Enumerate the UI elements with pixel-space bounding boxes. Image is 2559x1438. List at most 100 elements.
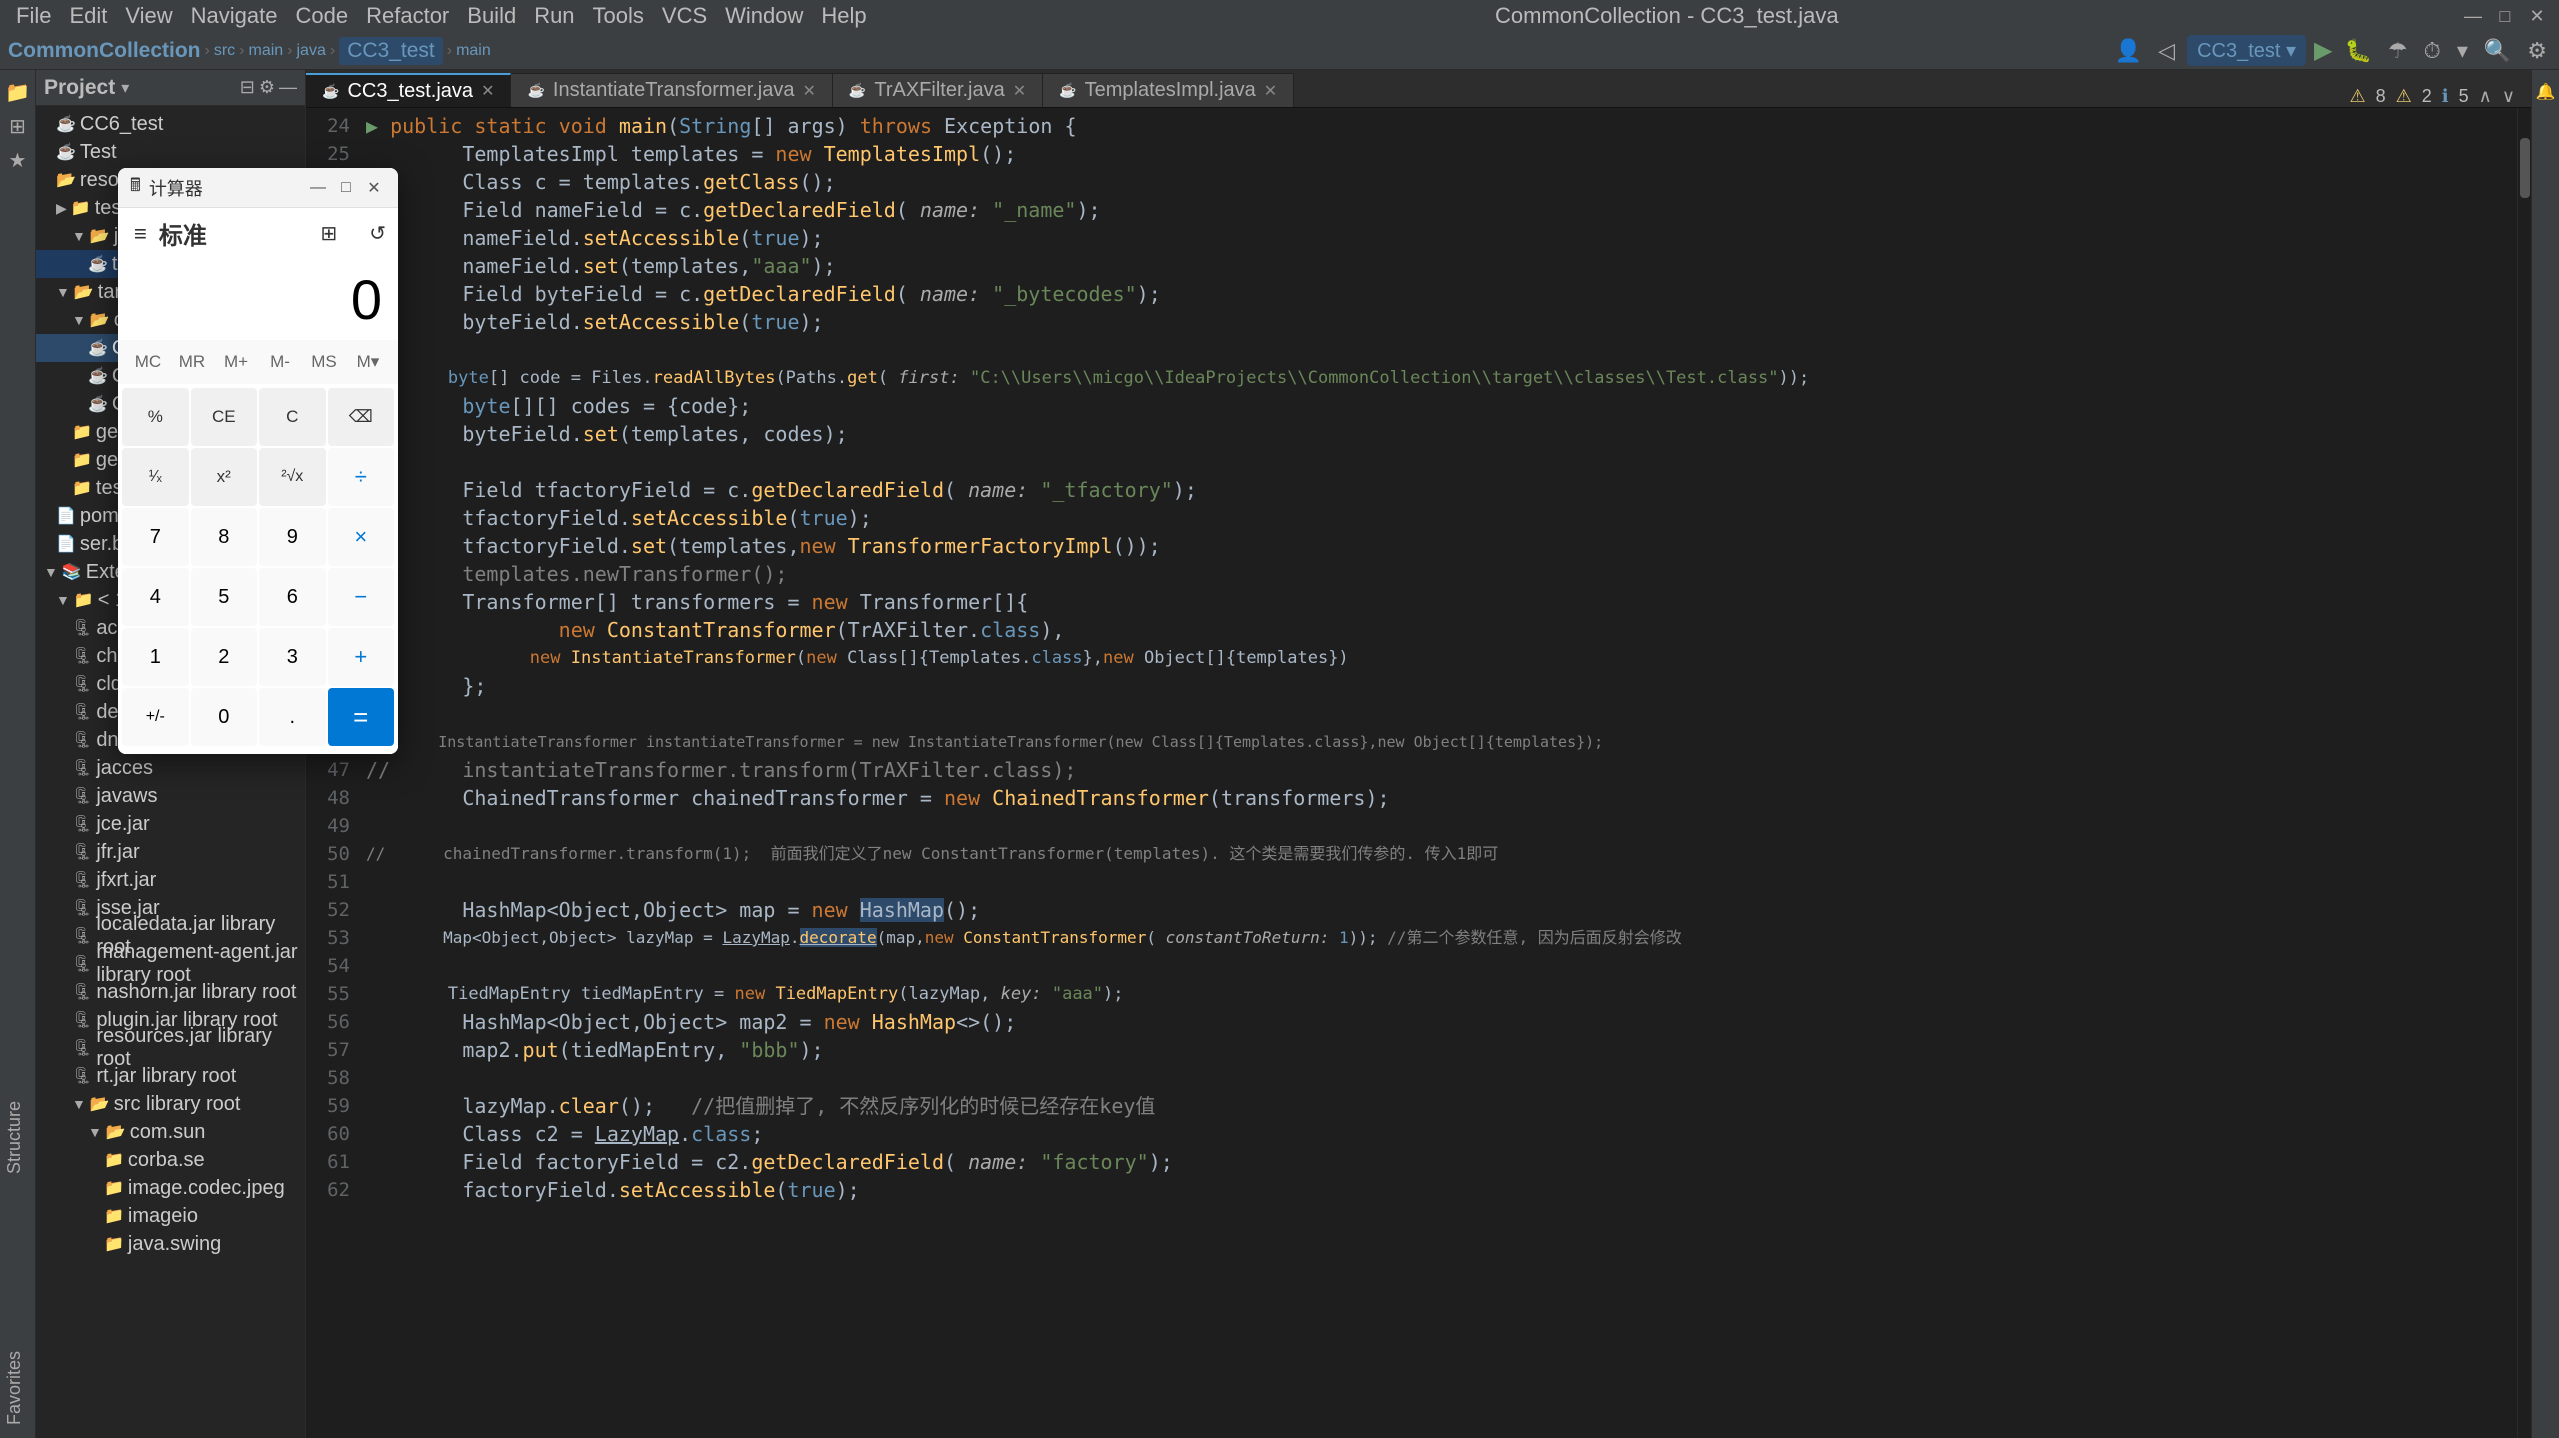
- menu-file[interactable]: File: [8, 1, 59, 31]
- calc-subtract-button[interactable]: −: [328, 568, 395, 626]
- calc-7-button[interactable]: 7: [122, 508, 189, 566]
- tree-item-imageio[interactable]: 📁 imageio: [36, 1202, 305, 1230]
- calc-6-button[interactable]: 6: [259, 568, 326, 626]
- calc-2-button[interactable]: 2: [191, 628, 258, 686]
- menu-navigate[interactable]: Navigate: [183, 1, 286, 31]
- run-config[interactable]: CC3_test ▾: [2187, 35, 2306, 66]
- breadcrumb-main[interactable]: main: [248, 42, 283, 60]
- calc-reciprocal-button[interactable]: ¹⁄ₓ: [122, 448, 189, 506]
- calc-mc-button[interactable]: MC: [126, 344, 170, 380]
- calc-maximize-button[interactable]: □: [334, 176, 358, 200]
- calc-minimize-button[interactable]: —: [306, 176, 330, 200]
- menu-vcs[interactable]: VCS: [654, 1, 715, 31]
- tab-templates-impl[interactable]: ☕ TemplatesImpl.java ✕: [1043, 73, 1294, 107]
- menu-window[interactable]: Window: [717, 1, 811, 31]
- menu-build[interactable]: Build: [459, 1, 524, 31]
- calc-c-button[interactable]: C: [259, 388, 326, 446]
- calc-mr-button[interactable]: MR: [170, 344, 214, 380]
- calc-divide-button[interactable]: ÷: [328, 448, 395, 506]
- panel-collapse-icon[interactable]: ⊟: [240, 77, 255, 98]
- calc-hamburger-icon[interactable]: ≡: [130, 217, 151, 251]
- tree-item-cc6[interactable]: ☕ CC6_test: [36, 110, 305, 138]
- tree-item-test[interactable]: ☕ Test: [36, 138, 305, 166]
- collapse-icon[interactable]: ∨: [2502, 86, 2515, 107]
- code-content[interactable]: ▶ public static void main(String[] args)…: [358, 108, 2517, 1438]
- calc-5-button[interactable]: 5: [191, 568, 258, 626]
- calc-sqrt-button[interactable]: ²√x: [259, 448, 326, 506]
- calc-mminus-button[interactable]: M-: [258, 344, 302, 380]
- run-gutter-icon[interactable]: ▶: [366, 114, 378, 138]
- tree-item-mgmt[interactable]: 🗜 management-agent.jar library root: [36, 950, 305, 978]
- user-icon[interactable]: 👤: [2111, 36, 2146, 66]
- panel-dropdown[interactable]: ▾: [121, 78, 129, 98]
- tree-item-javaws[interactable]: 🗜 javaws: [36, 782, 305, 810]
- calc-close-button[interactable]: ✕: [362, 176, 386, 200]
- tree-item-image-codec[interactable]: 📁 image.codec.jpeg: [36, 1174, 305, 1202]
- tab-close-icon[interactable]: ✕: [1264, 81, 1277, 101]
- maximize-button[interactable]: □: [2491, 6, 2519, 26]
- settings-icon[interactable]: ⚙: [2523, 36, 2551, 66]
- tab-close-icon[interactable]: ✕: [1013, 81, 1026, 101]
- tab-instantiate[interactable]: ☕ InstantiateTransformer.java ✕: [511, 73, 832, 107]
- calc-equals-button[interactable]: =: [328, 688, 395, 746]
- run-button[interactable]: ▶: [2314, 36, 2332, 65]
- breadcrumb-src[interactable]: src: [214, 42, 235, 60]
- tree-item-jce[interactable]: 🗜 jce.jar: [36, 810, 305, 838]
- tree-item-resources-jar[interactable]: 🗜 resources.jar library root: [36, 1034, 305, 1062]
- panel-hide-icon[interactable]: —: [279, 77, 297, 98]
- tree-item-nashorn[interactable]: 🗜 nashorn.jar library root: [36, 978, 305, 1006]
- minimize-button[interactable]: —: [2459, 6, 2487, 26]
- tab-traxfilter[interactable]: ☕ TrAXFilter.java ✕: [833, 73, 1043, 107]
- more-run-options[interactable]: ▾: [2453, 36, 2472, 66]
- calc-history-button[interactable]: ↺: [369, 221, 386, 246]
- breadcrumb-method[interactable]: main: [456, 42, 491, 60]
- bookmark-icon[interactable]: ★: [4, 146, 32, 174]
- project-icon[interactable]: 📁: [4, 78, 32, 106]
- calc-decimal-button[interactable]: .: [259, 688, 326, 746]
- calc-multiply-button[interactable]: ×: [328, 508, 395, 566]
- calc-0-button[interactable]: 0: [191, 688, 258, 746]
- tree-item-jfxrt[interactable]: 🗜 jfxrt.jar: [36, 866, 305, 894]
- menu-view[interactable]: View: [117, 1, 180, 31]
- calc-3-button[interactable]: 3: [259, 628, 326, 686]
- coverage-button[interactable]: ☂: [2384, 36, 2412, 66]
- calc-mplus-button[interactable]: M+: [214, 344, 258, 380]
- tree-item-com-sun[interactable]: ▼ 📂 com.sun: [36, 1118, 305, 1146]
- breadcrumb-current-file[interactable]: CC3_test: [339, 37, 443, 65]
- tree-item-java-swing[interactable]: 📁 java.swing: [36, 1230, 305, 1258]
- menu-code[interactable]: Code: [288, 1, 357, 31]
- calc-ms-button[interactable]: MS: [302, 344, 346, 380]
- notifications-icon[interactable]: 🔔: [2532, 78, 2559, 106]
- calc-ce-button[interactable]: CE: [191, 388, 258, 446]
- calc-add-button[interactable]: +: [328, 628, 395, 686]
- calc-4-button[interactable]: 4: [122, 568, 189, 626]
- tree-item-jacces[interactable]: 🗜 jacces: [36, 754, 305, 782]
- expand-icon[interactable]: ∧: [2479, 86, 2492, 107]
- scrollbar-thumb[interactable]: [2520, 138, 2530, 198]
- close-button[interactable]: ✕: [2523, 6, 2551, 26]
- debug-button[interactable]: 🐛: [2341, 36, 2376, 66]
- calc-9-button[interactable]: 9: [259, 508, 326, 566]
- tab-cc3-test[interactable]: ☕ CC3_test.java ✕: [306, 73, 511, 107]
- menu-refactor[interactable]: Refactor: [358, 1, 457, 31]
- menu-help[interactable]: Help: [813, 1, 874, 31]
- calc-8-button[interactable]: 8: [191, 508, 258, 566]
- profile-button[interactable]: ⏱: [2420, 36, 2445, 66]
- menu-tools[interactable]: Tools: [585, 1, 652, 31]
- tree-item-jfr[interactable]: 🗜 jfr.jar: [36, 838, 305, 866]
- back-icon[interactable]: ◁: [2154, 36, 2179, 66]
- calc-1-button[interactable]: 1: [122, 628, 189, 686]
- breadcrumb-java[interactable]: java: [297, 42, 326, 60]
- vertical-scrollbar[interactable]: [2517, 108, 2531, 1438]
- calc-mdown-button[interactable]: M▾: [346, 344, 390, 380]
- calc-mode-icon[interactable]: ⊞: [320, 221, 337, 246]
- tab-close-icon[interactable]: ✕: [803, 81, 816, 101]
- calc-percent-button[interactable]: %: [122, 388, 189, 446]
- search-icon[interactable]: 🔍: [2480, 36, 2515, 66]
- tree-item-src-lib[interactable]: ▼ 📂 src library root: [36, 1090, 305, 1118]
- calc-negate-button[interactable]: +/-: [122, 688, 189, 746]
- calc-square-button[interactable]: x²: [191, 448, 258, 506]
- menu-edit[interactable]: Edit: [61, 1, 115, 31]
- panel-settings-icon[interactable]: ⚙: [259, 77, 275, 98]
- tab-close-icon[interactable]: ✕: [481, 81, 494, 101]
